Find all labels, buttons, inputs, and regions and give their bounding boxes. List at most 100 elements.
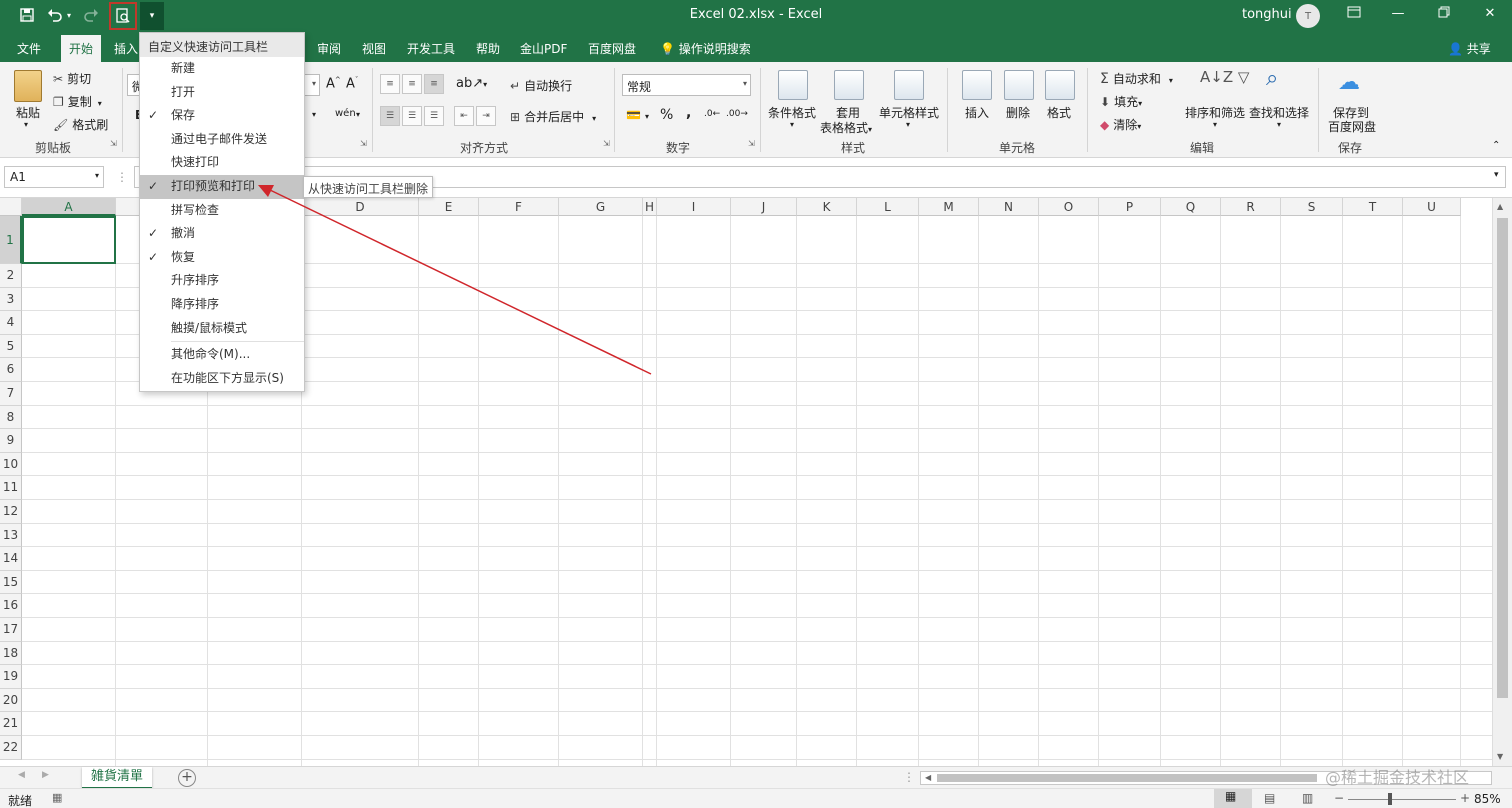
delete-cells-icon[interactable]	[1004, 70, 1034, 100]
format-cells-icon[interactable]	[1045, 70, 1075, 100]
row-header[interactable]: 8	[0, 405, 22, 430]
row-header[interactable]: 19	[0, 665, 22, 689]
share-button[interactable]: 👤 共享	[1448, 40, 1491, 57]
find-select-dropdown-icon[interactable]: ▾	[1277, 120, 1281, 129]
format-cells-button[interactable]: 格式	[1047, 104, 1071, 121]
row-header[interactable]: 21	[0, 712, 22, 736]
column-header[interactable]: I	[657, 198, 731, 216]
alignment-launcher-icon[interactable]: ⇲	[603, 139, 610, 148]
sheet-scroll-left-icon[interactable]: ◀	[18, 770, 25, 780]
font-color-dropdown-icon[interactable]: ▾	[312, 110, 316, 119]
sheet-scroll-right-icon[interactable]: ▶	[42, 770, 49, 780]
decrease-decimal-icon[interactable]: .00→	[726, 109, 748, 119]
column-header[interactable]: N	[979, 198, 1039, 216]
row-header[interactable]: 18	[0, 641, 22, 666]
tab-kingsoft-pdf[interactable]: 金山PDF	[520, 40, 567, 57]
close-icon[interactable]: ✕	[1480, 6, 1500, 26]
tab-insert[interactable]: 插入	[114, 40, 138, 57]
cell-styles-button[interactable]: 单元格样式	[879, 104, 939, 121]
menu-item[interactable]: ✓ 打印预览和打印	[140, 174, 304, 199]
column-header[interactable]: L	[857, 198, 919, 216]
column-header[interactable]: R	[1221, 198, 1281, 216]
menu-item-show-below-ribbon[interactable]: 在功能区下方显示(S)	[140, 367, 304, 391]
row-header[interactable]: 7	[0, 382, 22, 406]
menu-item[interactable]: 拼写检查	[140, 199, 304, 223]
align-middle-icon[interactable]: ≡	[402, 74, 422, 94]
tab-view[interactable]: 视图	[362, 40, 386, 57]
row-header[interactable]: 22	[0, 736, 22, 760]
sort-filter-icon[interactable]: A↓Z ▽	[1200, 68, 1249, 86]
h-scroll-thumb[interactable]	[937, 774, 1317, 782]
row-header[interactable]: 12	[0, 500, 22, 524]
menu-item[interactable]: 降序排序	[140, 293, 304, 317]
menu-item-more-commands[interactable]: 其他命令(M)...	[140, 343, 304, 367]
menu-item[interactable]: 通过电子邮件发送	[140, 128, 304, 152]
align-center-icon[interactable]: ☰	[402, 106, 422, 126]
scroll-down-icon[interactable]: ▼	[1497, 752, 1503, 761]
expand-formula-icon[interactable]: ▾	[1494, 170, 1499, 180]
save-to-netdisk-button[interactable]: 百度网盘	[1328, 118, 1376, 135]
column-header[interactable]: Q	[1161, 198, 1221, 216]
format-as-table-icon[interactable]	[834, 70, 864, 100]
paste-button[interactable]: 粘贴	[16, 104, 40, 121]
insert-cells-icon[interactable]	[962, 70, 992, 100]
row-header[interactable]: 13	[0, 523, 22, 548]
format-as-table-button[interactable]: 表格格式▾	[820, 119, 872, 136]
row-header[interactable]: 1	[0, 216, 22, 264]
menu-item[interactable]: ✓ 撤消	[140, 222, 304, 246]
tab-splitter-icon[interactable]: ⋮	[903, 770, 915, 784]
decrease-indent-icon[interactable]: ⇤	[454, 106, 474, 126]
add-sheet-button[interactable]: +	[178, 769, 196, 787]
column-header[interactable]: T	[1343, 198, 1403, 216]
fill-button[interactable]: ⬇ 填充▾	[1100, 93, 1142, 110]
column-header[interactable]: K	[797, 198, 857, 216]
menu-item[interactable]: 打开	[140, 81, 304, 105]
restore-icon[interactable]	[1434, 6, 1454, 26]
column-header[interactable]: P	[1099, 198, 1161, 216]
row-header[interactable]: 15	[0, 570, 22, 595]
ribbon-display-options-icon[interactable]	[1344, 6, 1364, 26]
column-header[interactable]: H	[643, 198, 657, 216]
row-header[interactable]: 10	[0, 452, 22, 477]
row-header[interactable]: 9	[0, 429, 22, 453]
phonetic-dropdown-icon[interactable]: ▾	[356, 110, 360, 119]
scroll-thumb[interactable]	[1497, 218, 1508, 698]
clipboard-launcher-icon[interactable]: ⇲	[110, 139, 117, 148]
row-header[interactable]: 20	[0, 688, 22, 713]
scroll-up-icon[interactable]: ▲	[1497, 202, 1503, 211]
row-header[interactable]: 14	[0, 547, 22, 571]
shrink-font-icon[interactable]: Aˇ	[346, 76, 358, 91]
tab-baidu-netdisk[interactable]: 百度网盘	[588, 40, 636, 57]
zoom-level[interactable]: 85%	[1474, 792, 1501, 806]
column-header[interactable]: M	[919, 198, 979, 216]
collapse-ribbon-icon[interactable]: ⌃	[1492, 140, 1500, 151]
column-header[interactable]: S	[1281, 198, 1343, 216]
column-header[interactable]: O	[1039, 198, 1099, 216]
name-box[interactable]: A1 ▾	[4, 166, 104, 188]
column-header[interactable]: E	[419, 198, 479, 216]
increase-indent-icon[interactable]: ⇥	[476, 106, 496, 126]
avatar[interactable]: T	[1296, 4, 1320, 28]
conditional-formatting-button[interactable]: 条件格式	[768, 104, 816, 121]
align-top-icon[interactable]: ≡	[380, 74, 400, 94]
zoom-slider[interactable]	[1348, 799, 1456, 800]
column-header[interactable]: D	[302, 198, 419, 216]
align-right-icon[interactable]: ☰	[424, 106, 444, 126]
column-header[interactable]: A	[22, 198, 116, 216]
menu-item[interactable]: ✓ 恢复	[140, 246, 304, 270]
tab-review[interactable]: 审阅	[317, 40, 341, 57]
menu-item[interactable]: 升序排序	[140, 269, 304, 293]
conditional-formatting-icon[interactable]	[778, 70, 808, 100]
column-header[interactable]: F	[479, 198, 559, 216]
cell-styles-icon[interactable]	[894, 70, 924, 100]
cut-button[interactable]: ✂ 剪切	[53, 70, 91, 87]
number-format-combo[interactable]: 常规 ▾	[622, 74, 751, 96]
increase-decimal-icon[interactable]: .0←	[704, 109, 720, 119]
delete-cells-button[interactable]: 删除	[1006, 104, 1030, 121]
menu-item[interactable]: ✓ 保存	[140, 104, 304, 128]
page-break-view-icon[interactable]: ▥	[1302, 791, 1313, 805]
vertical-scrollbar[interactable]: ▲ ▼	[1492, 198, 1512, 766]
row-header[interactable]: 11	[0, 476, 22, 500]
wrap-text-button[interactable]: ↵ 自动换行	[510, 77, 572, 94]
row-header[interactable]: 3	[0, 287, 22, 312]
